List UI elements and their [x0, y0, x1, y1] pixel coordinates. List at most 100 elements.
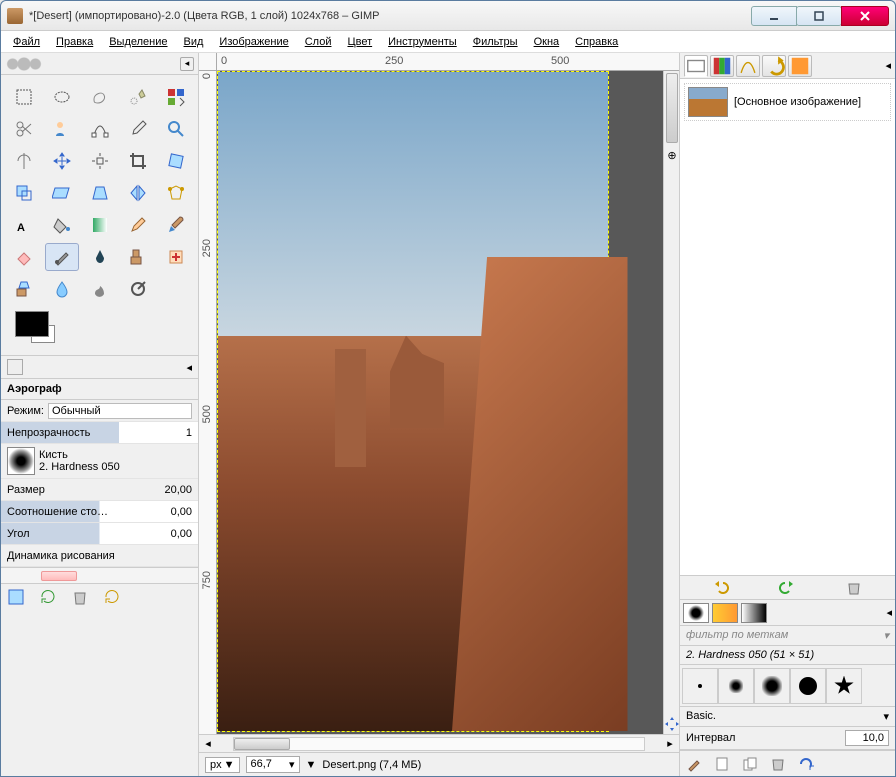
canvas-hscrollbar[interactable]: ◂ ▸ [199, 734, 679, 752]
menu-windows[interactable]: Окна [528, 34, 566, 50]
toolbox-tab-icon[interactable] [5, 57, 43, 71]
tool-zoom[interactable] [159, 115, 193, 143]
tool-scale[interactable] [7, 179, 41, 207]
tool-options-config-button[interactable]: ◂ [186, 361, 192, 374]
patterns-tab[interactable] [712, 603, 738, 623]
minimize-button[interactable] [751, 6, 797, 26]
duplicate-brush-icon[interactable] [742, 756, 758, 772]
menu-layer[interactable]: Слой [299, 34, 338, 50]
edit-brush-icon[interactable] [686, 756, 702, 772]
tool-smudge[interactable] [83, 275, 117, 303]
brush-filter-dropdown[interactable]: ▾ [883, 629, 889, 642]
tool-foreground-select[interactable] [45, 115, 79, 143]
menu-view[interactable]: Вид [178, 34, 210, 50]
redo-button[interactable] [779, 580, 795, 596]
tool-fuzzy-select[interactable] [121, 83, 155, 111]
color-swatches[interactable] [1, 311, 198, 355]
layers-tab[interactable] [684, 55, 708, 77]
zoom-input[interactable]: 66,7▾ [246, 756, 300, 773]
paths-tab[interactable] [736, 55, 760, 77]
tool-options-tab-icon[interactable] [7, 359, 23, 375]
menu-filters[interactable]: Фильтры [467, 34, 524, 50]
tool-shear[interactable] [45, 179, 79, 207]
fg-color-swatch[interactable] [15, 311, 49, 337]
tool-eraser[interactable] [7, 243, 41, 271]
tool-color-picker[interactable] [121, 115, 155, 143]
tool-align[interactable] [83, 147, 117, 175]
tool-free-select[interactable] [83, 83, 117, 111]
menu-tools[interactable]: Инструменты [382, 34, 463, 50]
interval-row[interactable]: Интервал 10,0 [680, 727, 895, 750]
brush-cell[interactable] [826, 668, 862, 704]
ratio-row[interactable]: Соотношение сто… 0,00 [1, 501, 198, 523]
maximize-button[interactable] [796, 6, 842, 26]
unit-select[interactable]: px▼ [205, 757, 240, 773]
tool-text[interactable]: A [7, 211, 41, 239]
delete-preset-icon[interactable] [71, 588, 89, 606]
canvas-vscrollbar[interactable]: ⊕ [663, 71, 679, 734]
restore-preset-icon[interactable] [39, 588, 57, 606]
tool-scissors[interactable] [7, 115, 41, 143]
tool-airbrush[interactable] [45, 243, 79, 271]
brush-cell[interactable] [682, 668, 718, 704]
new-brush-icon[interactable] [714, 756, 730, 772]
angle-row[interactable]: Угол 0,00 [1, 523, 198, 545]
tool-crop[interactable] [121, 147, 155, 175]
brush-preset-dropdown[interactable]: ▾ [883, 710, 889, 723]
toolbox-config-button[interactable]: ◂ [180, 57, 194, 71]
tool-flip[interactable] [121, 179, 155, 207]
brushes-config-button[interactable]: ◂ [886, 606, 892, 619]
menu-select[interactable]: Выделение [103, 34, 173, 50]
tool-ellipse-select[interactable] [45, 83, 79, 111]
tool-ink[interactable] [83, 243, 117, 271]
brushes-tab[interactable] [683, 603, 709, 623]
close-button[interactable] [841, 6, 889, 26]
histogram-tab[interactable] [788, 55, 812, 77]
dynamics-row[interactable]: Динамика рисования [1, 545, 198, 567]
layer-item[interactable]: [Основное изображение] [684, 83, 891, 121]
undo-tab[interactable] [762, 55, 786, 77]
delete-brush-icon[interactable] [770, 756, 786, 772]
opacity-slider[interactable]: Непрозрачность 1 [1, 422, 198, 444]
menu-colors[interactable]: Цвет [341, 34, 378, 50]
reset-preset-icon[interactable] [103, 588, 121, 606]
layers-config-button[interactable]: ◂ [885, 59, 891, 72]
canvas[interactable] [217, 71, 663, 734]
brush-filter-row[interactable]: фильтр по меткам ▾ [680, 626, 895, 646]
menu-edit[interactable]: Правка [50, 34, 99, 50]
tool-bucket-fill[interactable] [45, 211, 79, 239]
tool-paths[interactable] [83, 115, 117, 143]
tool-clone[interactable] [121, 243, 155, 271]
tool-rotate[interactable] [159, 147, 193, 175]
options-scrollbar[interactable] [1, 567, 198, 583]
ruler-vertical[interactable]: 0 250 500 750 [199, 71, 217, 734]
brush-cell[interactable] [790, 668, 826, 704]
menu-help[interactable]: Справка [569, 34, 624, 50]
ruler-horizontal[interactable]: 0 250 500 [199, 53, 679, 71]
tool-heal[interactable] [159, 243, 193, 271]
nav-icon[interactable] [664, 716, 679, 732]
tool-blend[interactable] [83, 211, 117, 239]
tool-blur[interactable] [45, 275, 79, 303]
quickmask-icon[interactable]: ⊕ [664, 147, 679, 163]
brush-filter-input[interactable]: фильтр по меткам [686, 629, 788, 642]
mode-select[interactable] [48, 403, 192, 419]
size-row[interactable]: Размер 20,00 [1, 479, 198, 501]
brush-preset-row[interactable]: Basic. ▾ [680, 707, 895, 727]
tool-measure[interactable] [7, 147, 41, 175]
save-preset-icon[interactable] [7, 588, 25, 606]
brush-preview[interactable] [7, 447, 35, 475]
tool-dodge[interactable] [121, 275, 155, 303]
gradients-tab[interactable] [741, 603, 767, 623]
menu-image[interactable]: Изображение [213, 34, 294, 50]
channels-tab[interactable] [710, 55, 734, 77]
tool-perspective[interactable] [83, 179, 117, 207]
undo-button[interactable] [713, 580, 729, 596]
tool-cage[interactable] [159, 179, 193, 207]
tool-move[interactable] [45, 147, 79, 175]
menu-file[interactable]: Файл [7, 34, 46, 50]
tool-color-select[interactable] [159, 83, 193, 111]
tool-perspective-clone[interactable] [7, 275, 41, 303]
tool-rect-select[interactable] [7, 83, 41, 111]
tool-pencil[interactable] [121, 211, 155, 239]
